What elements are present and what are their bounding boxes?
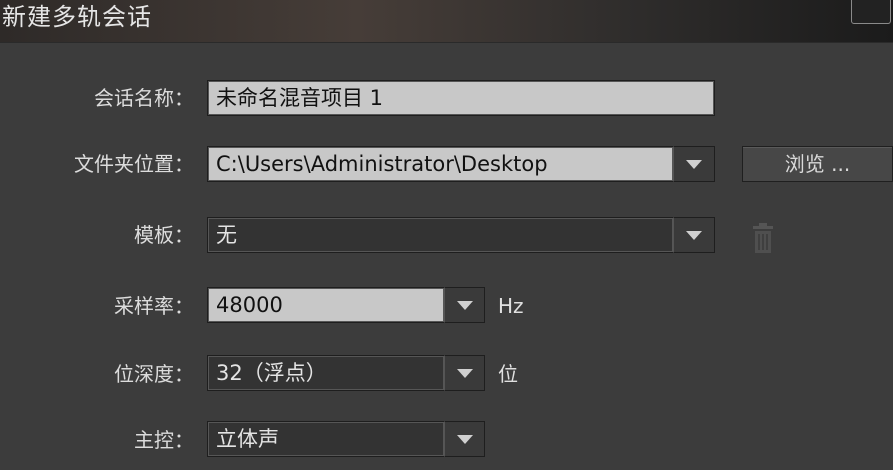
title-bar: 新建多轨会话 xyxy=(0,0,893,43)
close-icon[interactable] xyxy=(851,0,891,24)
chevron-down-icon xyxy=(686,160,702,169)
bit-depth-dropdown-button[interactable] xyxy=(444,355,485,391)
bit-depth-label: 位深度： xyxy=(114,362,194,386)
bit-depth-select[interactable]: 32（浮点） xyxy=(207,355,445,391)
chevron-down-icon xyxy=(456,435,473,444)
master-dropdown-button[interactable] xyxy=(444,421,485,457)
folder-location-label: 文件夹位置： xyxy=(74,152,194,176)
master-select[interactable]: 立体声 xyxy=(207,421,445,457)
dialog-title: 新建多轨会话 xyxy=(2,3,152,31)
template-label: 模板： xyxy=(134,223,194,247)
chevron-down-icon xyxy=(456,369,473,378)
chevron-down-icon xyxy=(456,301,473,310)
template-select[interactable]: 无 xyxy=(207,217,674,253)
chevron-down-icon xyxy=(686,231,702,240)
sample-rate-label: 采样率： xyxy=(114,294,194,318)
template-dropdown-button[interactable] xyxy=(673,217,715,253)
folder-location-dropdown-button[interactable] xyxy=(673,146,715,182)
new-multitrack-session-dialog: 新建多轨会话 会话名称： 未命名混音项目 1 文件夹位置： C:\Users\A… xyxy=(0,0,893,470)
trash-icon[interactable] xyxy=(748,223,778,255)
session-name-input[interactable]: 未命名混音项目 1 xyxy=(207,80,715,116)
browse-button[interactable]: 浏览 ... xyxy=(742,146,893,182)
master-label: 主控： xyxy=(134,428,194,452)
sample-rate-dropdown-button[interactable] xyxy=(444,287,485,323)
folder-location-field[interactable]: C:\Users\Administrator\Desktop xyxy=(207,146,674,182)
bit-depth-unit: 位 xyxy=(498,362,518,386)
session-name-label: 会话名称： xyxy=(94,86,194,110)
sample-rate-field[interactable]: 48000 xyxy=(207,287,445,323)
sample-rate-unit: Hz xyxy=(498,294,524,318)
